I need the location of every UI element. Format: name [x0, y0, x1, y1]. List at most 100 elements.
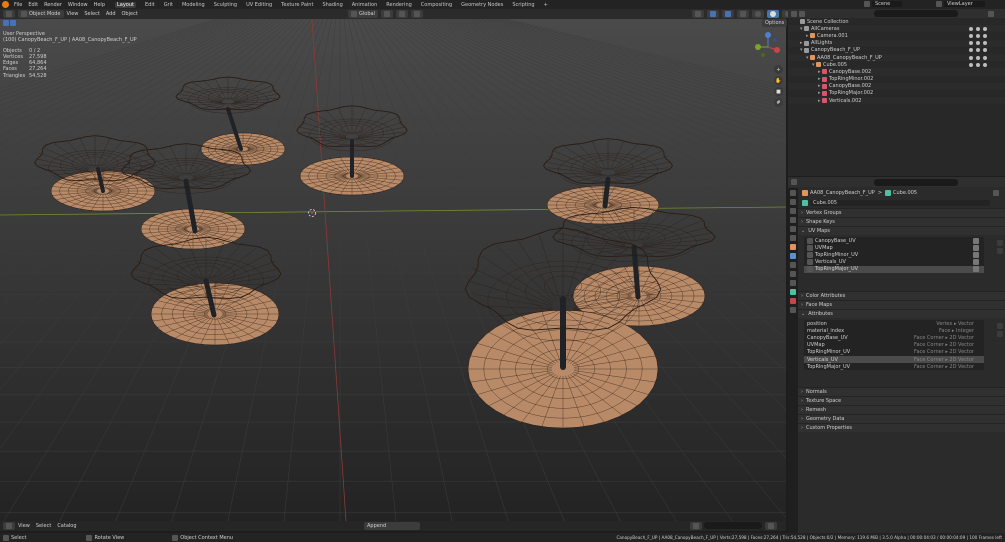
workspace-tab-sculpting[interactable]: Sculpting — [214, 2, 237, 8]
outliner-search-input[interactable] — [874, 10, 958, 17]
gizmo-y-icon[interactable] — [755, 44, 761, 50]
material-tab-icon[interactable] — [790, 298, 796, 304]
workspace-tab-edit[interactable]: Edit — [145, 2, 155, 8]
tool-tab-icon[interactable] — [790, 190, 796, 196]
outliner-row[interactable]: ▸ TopRingMinor.002 — [788, 76, 1005, 83]
editor-type-button-bottom[interactable] — [3, 522, 15, 530]
menu-render[interactable]: Render — [44, 2, 62, 8]
remove-uv-button[interactable] — [997, 248, 1003, 254]
physics-tab-icon[interactable] — [790, 271, 796, 277]
output-tab-icon[interactable] — [790, 208, 796, 214]
outliner-row[interactable]: ▸ Verticals.002 — [788, 97, 1005, 105]
add-attribute-button[interactable] — [997, 323, 1003, 329]
outliner-row[interactable]: ▸ CanopyBase.002 — [788, 82, 1005, 90]
panel-face-maps[interactable]: › Face Maps — [798, 300, 1005, 309]
camera-icon[interactable] — [973, 259, 979, 266]
viewlayer-selector[interactable]: ViewLayer — [936, 1, 985, 7]
menu-file[interactable]: File — [14, 2, 22, 8]
pan-hand-icon[interactable]: ✋ — [774, 76, 783, 85]
workspace-tab-texture-paint[interactable]: Texture Paint — [281, 2, 313, 8]
asset-search-input[interactable] — [704, 522, 762, 529]
toggle-icon[interactable] — [969, 48, 973, 53]
viewport-menu-select[interactable]: Select — [84, 11, 99, 17]
panel-uv-maps[interactable]: ⌄ UV Maps — [798, 226, 1005, 235]
viewlayer-name[interactable]: ViewLayer — [944, 1, 985, 7]
attribute-item[interactable]: position Vertex ▸ Vector — [804, 320, 984, 327]
panel-texture-space[interactable]: › Texture Space — [798, 396, 1005, 405]
3d-viewport[interactable] — [0, 19, 786, 521]
attribute-item[interactable]: TopRingMinor_UV Face Corner ▸ 2D Vector — [804, 349, 984, 356]
select-subtract-button[interactable] — [24, 20, 30, 26]
uv-map-item[interactable]: Verticals_UV — [804, 259, 984, 266]
navigation-gizmo[interactable] — [750, 30, 782, 62]
add-uv-button[interactable] — [997, 240, 1003, 246]
viewport-options-button[interactable]: Options — [762, 19, 788, 27]
workspace-tab-grit[interactable]: Grit — [164, 2, 173, 8]
workspace-tab-shading[interactable]: Shading — [322, 2, 342, 8]
uv-maps-list[interactable]: CanopyBase_UV UVMap TopRingMinor_UV Vertica… — [804, 237, 984, 273]
uv-map-item[interactable]: UVMap — [804, 244, 984, 251]
menu-edit[interactable]: Edit — [28, 2, 38, 8]
camera-icon[interactable] — [973, 251, 979, 258]
toggle-icon[interactable] — [976, 55, 980, 60]
add-workspace-button[interactable]: + — [544, 2, 548, 8]
workspace-tab-compositing[interactable]: Compositing — [421, 2, 452, 8]
display-mode-icon[interactable] — [799, 10, 805, 17]
orientation-dropdown[interactable]: Global — [348, 10, 378, 18]
outliner-row[interactable]: ▸ TopRingMajor.002 — [788, 90, 1005, 97]
outliner-row[interactable]: ▾ AllCameras — [788, 25, 1005, 33]
outliner-row[interactable]: ▾ AA08_CanopyBeach_F_UP — [788, 53, 1005, 62]
menu-window[interactable]: Window — [68, 2, 88, 8]
properties-search-input[interactable] — [874, 179, 958, 186]
panel-normals[interactable]: › Normals — [798, 387, 1005, 396]
visibility-button[interactable] — [692, 10, 704, 18]
visibility-toggles[interactable] — [969, 55, 987, 60]
scene-tab-icon[interactable] — [790, 226, 796, 232]
import-method-dropdown[interactable]: Append — [364, 522, 421, 530]
filter-button[interactable] — [765, 522, 777, 530]
toggle-icon[interactable] — [969, 41, 973, 46]
workspace-tab-layout[interactable]: Layout — [115, 1, 136, 8]
properties-editor-icon[interactable] — [791, 179, 797, 185]
object-tab-icon[interactable] — [790, 244, 796, 250]
particles-tab-icon[interactable] — [790, 262, 796, 268]
toggle-icon[interactable] — [969, 26, 973, 31]
workspace-tab-animation[interactable]: Animation — [352, 2, 378, 8]
gizmo-x-icon[interactable] — [774, 47, 780, 53]
panel-vertex-groups[interactable]: › Vertex Groups — [798, 208, 1005, 217]
attribute-item[interactable]: UVMap Face Corner ▸ 2D Vector — [804, 342, 984, 349]
toggle-icon[interactable] — [983, 41, 987, 46]
viewport-menu-object[interactable]: Object — [122, 11, 138, 17]
uv-map-item[interactable]: TopRingMinor_UV — [804, 251, 984, 258]
outliner-row[interactable]: ▾ Cube.005 — [788, 61, 1005, 68]
outliner-row[interactable]: ▸ CanopyBase.002 — [788, 68, 1005, 76]
panel-remesh[interactable]: › Remesh — [798, 405, 1005, 414]
xray-button[interactable] — [737, 10, 749, 18]
attribute-item[interactable]: material_index Face ▸ Integer — [804, 327, 984, 334]
viewport-menu-add[interactable]: Add — [106, 11, 116, 17]
grid-ortho-icon[interactable]: # — [774, 98, 783, 107]
panel-custom-properties[interactable]: › Custom Properties — [798, 423, 1005, 432]
gizmo-z-icon[interactable] — [765, 32, 771, 38]
workspace-tab-geometry-nodes[interactable]: Geometry Nodes — [461, 2, 503, 8]
mesh-data-tab-icon[interactable] — [790, 289, 796, 295]
attribute-item[interactable]: CanopyBase_UV Face Corner ▸ 2D Vector — [804, 334, 984, 341]
workspace-tab-modeling[interactable]: Modeling — [182, 2, 205, 8]
toggle-icon[interactable] — [983, 55, 987, 60]
viewport-menu-view[interactable]: View — [67, 11, 79, 17]
pin-icon[interactable] — [993, 189, 999, 196]
toggle-icon[interactable] — [969, 33, 973, 38]
bottom-menu-view[interactable]: View — [18, 523, 30, 529]
shading-solid-button[interactable] — [767, 10, 779, 18]
snap-button[interactable] — [395, 10, 408, 18]
proportional-edit-button[interactable] — [410, 10, 423, 18]
render-tab-icon[interactable] — [790, 199, 796, 205]
visibility-toggles[interactable] — [969, 62, 987, 67]
toggle-icon[interactable] — [976, 41, 980, 46]
bottom-menu-catalog[interactable]: Catalog — [57, 523, 76, 529]
toggle-icon[interactable] — [969, 62, 973, 67]
modifier-tab-icon[interactable] — [790, 253, 796, 259]
toggle-icon[interactable] — [983, 33, 987, 38]
outliner-editor-icon[interactable] — [791, 10, 797, 17]
editor-type-button[interactable] — [3, 10, 15, 18]
